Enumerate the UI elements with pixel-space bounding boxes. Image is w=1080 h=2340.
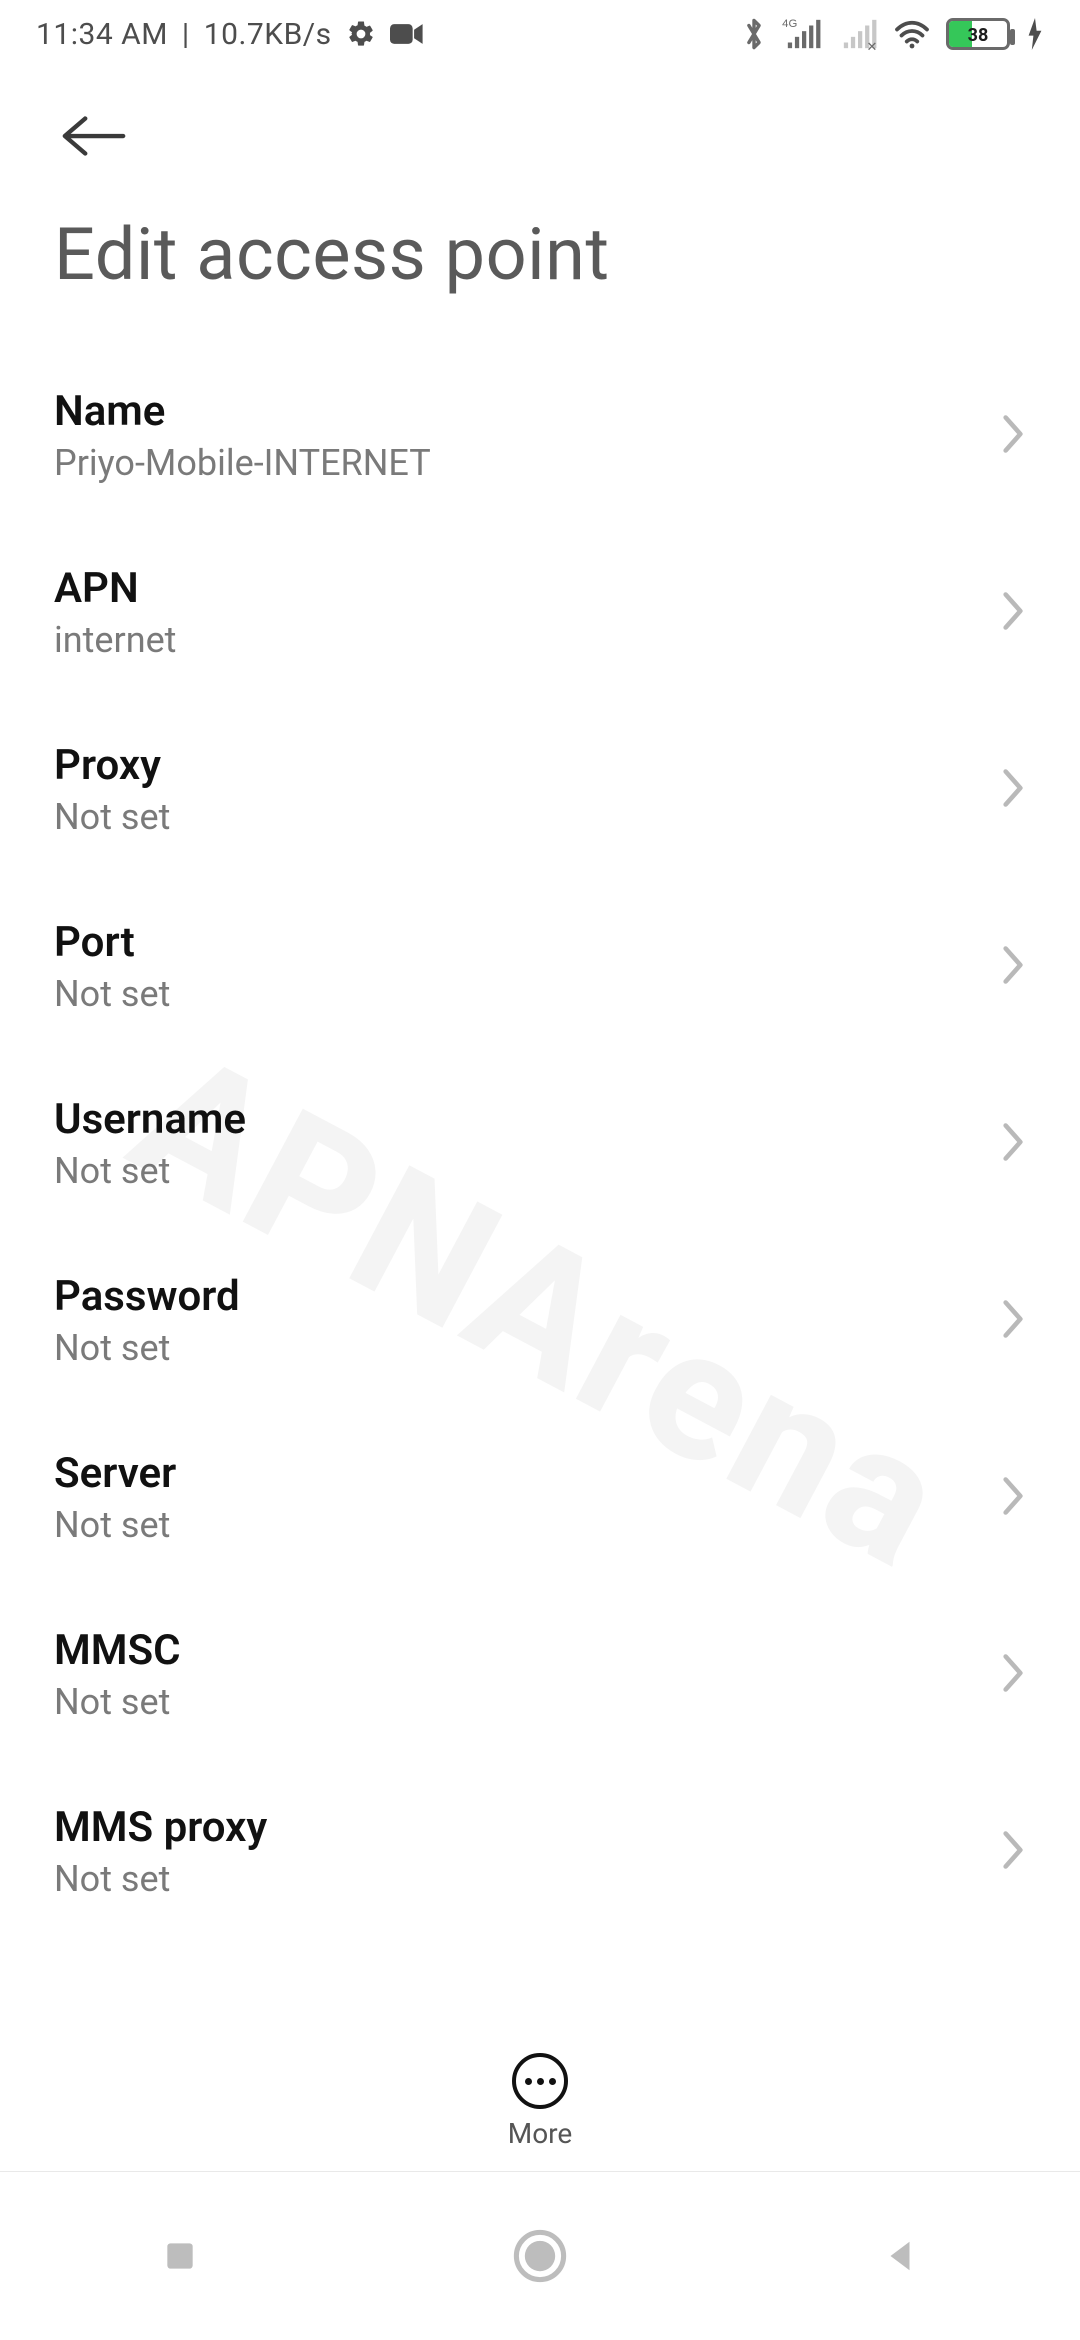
- header: Edit access point: [0, 68, 1080, 337]
- more-label: More: [508, 2117, 573, 2150]
- bluetooth-icon: [742, 17, 766, 51]
- nav-home-button[interactable]: [480, 2216, 600, 2296]
- status-net-speed: 10.7KB/s: [204, 17, 332, 52]
- chevron-right-icon: [1000, 589, 1026, 637]
- list-item-value: Not set: [54, 1150, 246, 1192]
- more-icon: [512, 2053, 568, 2109]
- status-right: 4G ✕ 38: [742, 17, 1044, 51]
- chevron-right-icon: [1000, 943, 1026, 991]
- more-button[interactable]: More: [508, 2053, 573, 2150]
- chevron-right-icon: [1000, 1297, 1026, 1345]
- list-item-label: Port: [54, 918, 170, 967]
- list-item-proxy[interactable]: Proxy Not set: [0, 701, 1080, 878]
- nav-back-button[interactable]: [840, 2216, 960, 2296]
- status-bar: 11:34 AM | 10.7KB/s 4G ✕: [0, 0, 1080, 68]
- svg-text:✕: ✕: [867, 40, 878, 51]
- chevron-right-icon: [1000, 766, 1026, 814]
- signal-4g-icon: 4G: [782, 17, 822, 51]
- list-item-value: Not set: [54, 973, 170, 1015]
- charging-icon: [1026, 18, 1044, 50]
- list-item-label: Username: [54, 1095, 246, 1144]
- list-item-label: APN: [54, 564, 176, 613]
- list-item-value: Not set: [54, 1504, 176, 1546]
- list-item-mms-proxy[interactable]: MMS proxy Not set: [0, 1763, 1080, 1940]
- list-item-port[interactable]: Port Not set: [0, 878, 1080, 1055]
- list-item-label: Password: [54, 1272, 240, 1321]
- battery-percent: 38: [949, 25, 1007, 46]
- settings-list: Name Priyo-Mobile-INTERNET APN internet …: [0, 337, 1080, 1940]
- list-item-value: Not set: [54, 796, 170, 838]
- list-item-apn[interactable]: APN internet: [0, 524, 1080, 701]
- status-time: 11:34 AM: [36, 17, 168, 52]
- chevron-right-icon: [1000, 1828, 1026, 1876]
- gear-icon: [346, 19, 376, 49]
- list-item-label: Server: [54, 1449, 176, 1498]
- list-item-name[interactable]: Name Priyo-Mobile-INTERNET: [0, 347, 1080, 524]
- list-item-value: Priyo-Mobile-INTERNET: [54, 442, 431, 484]
- status-separator: |: [182, 17, 190, 52]
- chevron-right-icon: [1000, 1120, 1026, 1168]
- signal-nosim-icon: ✕: [838, 17, 878, 51]
- list-item-label: MMS proxy: [54, 1803, 267, 1852]
- back-button[interactable]: [54, 96, 134, 176]
- wifi-icon: [894, 19, 930, 49]
- list-item-value: Not set: [54, 1327, 240, 1369]
- chevron-right-icon: [1000, 1474, 1026, 1522]
- list-item-password[interactable]: Password Not set: [0, 1232, 1080, 1409]
- list-item-mmsc[interactable]: MMSC Not set: [0, 1586, 1080, 1763]
- action-bar: More: [0, 2032, 1080, 2172]
- list-item-username[interactable]: Username Not set: [0, 1055, 1080, 1232]
- chevron-right-icon: [1000, 1651, 1026, 1699]
- system-nav-bar: [0, 2172, 1080, 2340]
- list-item-value: Not set: [54, 1681, 181, 1723]
- page-title: Edit access point: [54, 212, 1026, 337]
- camera-icon: [390, 22, 424, 46]
- status-left: 11:34 AM | 10.7KB/s: [36, 17, 424, 52]
- chevron-right-icon: [1000, 412, 1026, 460]
- nav-recents-button[interactable]: [120, 2216, 240, 2296]
- list-item-server[interactable]: Server Not set: [0, 1409, 1080, 1586]
- list-item-label: MMSC: [54, 1626, 181, 1675]
- battery-icon: 38: [946, 18, 1010, 50]
- svg-text:4G: 4G: [782, 18, 797, 30]
- list-item-label: Proxy: [54, 741, 170, 790]
- list-item-value: Not set: [54, 1858, 267, 1900]
- list-item-value: internet: [54, 619, 176, 661]
- list-item-label: Name: [54, 387, 431, 436]
